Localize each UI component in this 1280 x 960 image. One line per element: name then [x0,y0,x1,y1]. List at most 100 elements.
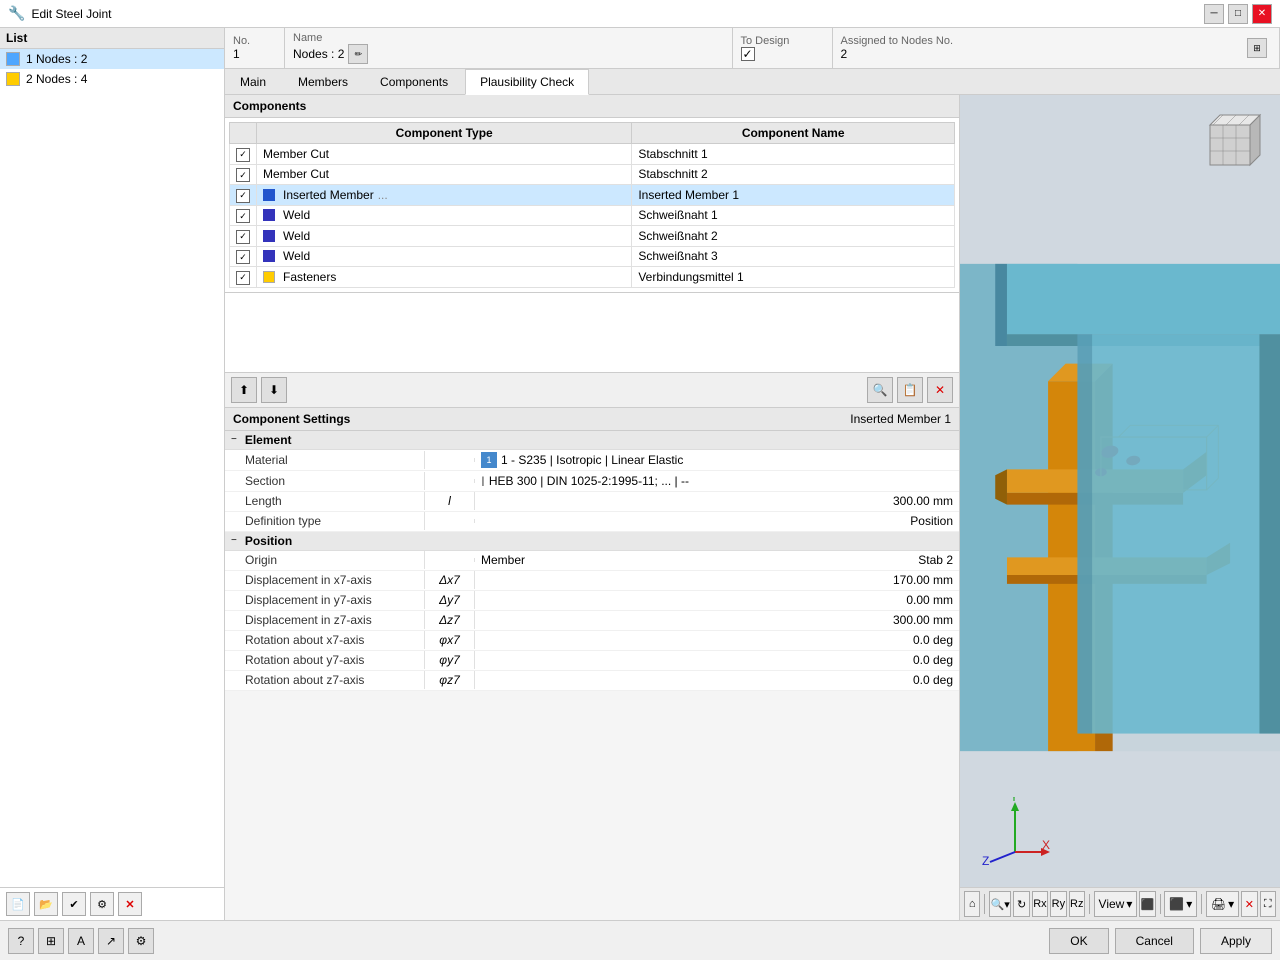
apply-button[interactable]: Apply [1200,928,1272,954]
origin-member: Member [481,553,525,567]
no-value: 1 [233,47,276,61]
list-header: List [0,28,224,49]
type-color-icon [263,271,275,283]
rot-z7-value: 0.0 deg [475,671,959,689]
material-row: Material 1 1 - S235 | Isotropic | Linear… [225,450,959,471]
vp-expand-button[interactable]: ⛶ [1260,891,1276,917]
top-meta: No. 1 Name Nodes : 2 ✏ To Design ✓ Assig… [225,28,1280,69]
element-section-row: − Element [225,431,959,450]
origin-stab: Stab 2 [918,553,953,567]
maximize-button[interactable]: □ [1228,4,1248,24]
vp-zoom-button[interactable]: 🔍▾ [989,891,1011,917]
table-row[interactable]: ✓ Member Cut Stabschnitt 1 [230,144,955,165]
type-color-icon [263,250,275,262]
ok-button[interactable]: OK [1049,928,1108,954]
text-button[interactable]: A [68,928,94,954]
vp-render-dropdown[interactable]: ⬛ ▾ [1164,891,1197,917]
no-label: No. [233,35,276,47]
minimize-button[interactable]: ─ [1204,4,1224,24]
left-panel: List 1 Nodes : 2 2 Nodes : 4 📄 📂 ✔ ⚙ ✕ [0,28,225,920]
vp-sep1 [984,894,985,914]
tab-members[interactable]: Members [283,69,363,94]
table-row[interactable]: ✓ Weld Schweißnaht 1 [230,205,955,226]
name-inner: Nodes : 2 ✏ [293,44,724,64]
check-list-button[interactable]: ✔ [62,892,86,916]
arrow-button[interactable]: ↗ [98,928,124,954]
tab-plausibility[interactable]: Plausibility Check [465,69,589,95]
duplicate-button[interactable]: 📋 [897,377,923,403]
length-value: 300.00 mm [475,492,959,510]
move-down-button[interactable]: ⬇ [261,377,287,403]
rot-y7-symbol: φy7 [425,651,475,669]
item-color-2 [6,72,20,86]
delete-row-button[interactable]: ✕ [927,377,953,403]
delete-list-button[interactable]: ✕ [118,892,142,916]
row-checkbox[interactable]: ✓ [236,230,250,244]
row-checkbox[interactable]: ✓ [236,209,250,223]
rot-x7-row: Rotation about x7-axis φx7 0.0 deg [225,631,959,651]
vp-cross-button[interactable]: ✕ [1241,891,1257,917]
vp-perspective-button[interactable]: ⬛ [1139,891,1155,917]
right-area: No. 1 Name Nodes : 2 ✏ To Design ✓ Assig… [225,28,1280,920]
collapse-position-button[interactable]: − [231,535,237,546]
grid-button[interactable]: ⊞ [38,928,64,954]
name-value: Nodes : 2 [293,47,344,61]
table-row[interactable]: ✓ Fasteners Verbindungsmittel 1 [230,267,955,288]
new-list-button[interactable]: 📄 [6,892,30,916]
settings-status-button[interactable]: ⚙ [128,928,154,954]
name-edit-button[interactable]: ✏ [348,44,368,64]
bottom-left: ? ⊞ A ↗ ⚙ [8,928,154,954]
table-row[interactable]: ✓ Member Cut Stabschnitt 2 [230,164,955,185]
row-checkbox[interactable]: ✓ [236,271,250,285]
help-button[interactable]: ? [8,928,34,954]
tab-components[interactable]: Components [365,69,463,94]
main-content: List 1 Nodes : 2 2 Nodes : 4 📄 📂 ✔ ⚙ ✕ N… [0,28,1280,920]
table-toolbar: ⬆ ⬇ 🔍 📋 ✕ [225,373,959,408]
table-row[interactable]: ✓ Weld Schweißnaht 2 [230,226,955,247]
comp-name: Inserted Member 1 [632,185,955,206]
definition-row: Definition type Position [225,512,959,532]
element-section-label: Element [245,433,292,447]
window-title: Edit Steel Joint [31,7,111,21]
table-row[interactable]: ✓ Inserted Member ... Inserted Member 1 [230,185,955,206]
rot-y7-label: Rotation about y7-axis [225,651,425,669]
table-row[interactable]: ✓ Weld Schweißnaht 3 [230,246,955,267]
vp-view-dropdown[interactable]: View ▾ [1094,891,1138,917]
vp-rot-x-button[interactable]: Rx [1032,891,1048,917]
assigned-picker-button[interactable]: ⊞ [1247,38,1267,58]
material-value: 1 1 - S235 | Isotropic | Linear Elastic [475,450,959,470]
cancel-button[interactable]: Cancel [1115,928,1194,954]
rot-x7-label: Rotation about x7-axis [225,631,425,649]
empty-space [225,293,959,373]
list-item[interactable]: 2 Nodes : 4 [0,69,224,89]
row-checkbox[interactable]: ✓ [236,148,250,162]
move-up-button[interactable]: ⬆ [231,377,257,403]
vp-rotate-button[interactable]: ↻ [1013,891,1029,917]
edit-button[interactable]: 🔍 [867,377,893,403]
to-design-checkbox[interactable]: ✓ [741,47,755,61]
row-checkbox[interactable]: ✓ [236,189,250,203]
vp-rot-y-button[interactable]: Ry [1050,891,1066,917]
col-check [230,123,257,144]
rot-y7-row: Rotation about y7-axis φy7 0.0 deg [225,651,959,671]
viewport[interactable]: Y X Z ⌂ 🔍▾ ↻ [960,95,1280,920]
list-item[interactable]: 1 Nodes : 2 [0,49,224,69]
row-checkbox[interactable]: ✓ [236,250,250,264]
settings-body: − Element Material 1 1 - S235 | Isotropi… [225,431,959,691]
vp-print-dropdown[interactable]: 🖨 ▾ [1206,891,1239,917]
vp-rot-z-button[interactable]: Rz [1069,891,1085,917]
close-button[interactable]: ✕ [1252,4,1272,24]
tab-main[interactable]: Main [225,69,281,94]
title-bar: 🔧 Edit Steel Joint ─ □ ✕ [0,0,1280,28]
open-list-button[interactable]: 📂 [34,892,58,916]
settings-list-button[interactable]: ⚙ [90,892,114,916]
tabs-bar: Main Members Components Plausibility Che… [225,69,1280,95]
length-row: Length l 300.00 mm [225,492,959,512]
title-bar-controls[interactable]: ─ □ ✕ [1204,4,1272,24]
section-row-prop: Section I 300.00 mm HEB 300 | DIN 1025-2… [225,471,959,492]
type-color-icon [263,189,275,201]
origin-value: Member Stab 2 [475,551,959,569]
collapse-element-button[interactable]: − [231,434,237,445]
vp-home-button[interactable]: ⌂ [964,891,980,917]
row-checkbox[interactable]: ✓ [236,168,250,182]
